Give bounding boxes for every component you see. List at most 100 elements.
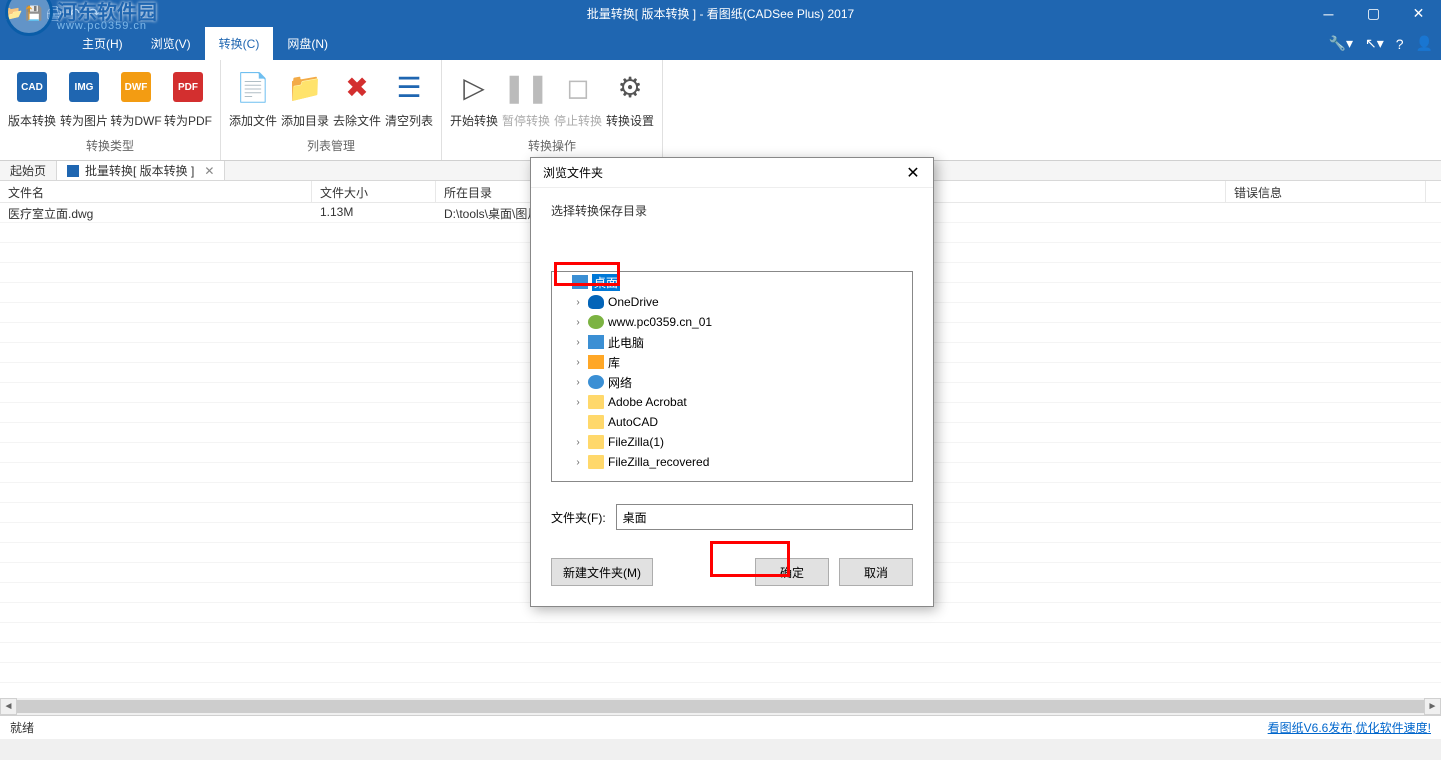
folder-tree[interactable]: 桌面›OneDrive›www.pc0359.cn_01›此电脑›库›网络›Ad…: [551, 271, 913, 482]
ribbon-group-列表管理: 📄添加文件📁添加目录✖去除文件☰清空列表列表管理: [221, 60, 442, 160]
table-row-empty: [0, 663, 1441, 683]
remove-file-icon: ✖: [340, 70, 374, 104]
pc-icon: [588, 335, 604, 349]
window-title: 批量转换[ 版本转换 ] - 看图纸(CADSee Plus) 2017: [587, 5, 854, 22]
folder-icon: [588, 395, 604, 409]
folder-input-label: 文件夹(F):: [551, 509, 606, 526]
status-text: 就绪: [10, 719, 34, 736]
table-row-empty: [0, 623, 1441, 643]
quick-access-toolbar: 📂 💾 🖨 ↶ ↷: [0, 6, 102, 22]
dialog-title-text: 浏览文件夹: [543, 164, 603, 181]
expand-icon[interactable]: ›: [572, 337, 584, 348]
settings-icon: ⚙: [613, 70, 647, 104]
clear-list-icon: ☰: [392, 70, 426, 104]
menu-网盘(N)[interactable]: 网盘(N): [273, 27, 342, 60]
pause-icon: ❚❚: [509, 70, 543, 104]
folder-input[interactable]: [616, 504, 913, 530]
save-icon[interactable]: 💾: [26, 6, 42, 22]
expand-icon[interactable]: ›: [572, 457, 584, 468]
expand-icon[interactable]: ›: [572, 297, 584, 308]
status-link[interactable]: 看图纸V6.6发布,优化软件速度!: [1268, 719, 1431, 736]
ribbon-转为DWF[interactable]: DWF转为DWF: [110, 64, 162, 133]
stop-icon: ◻: [561, 70, 595, 104]
ribbon-去除文件[interactable]: ✖去除文件: [331, 64, 383, 133]
dwf-icon: DWF: [119, 70, 153, 104]
horizontal-scrollbar[interactable]: ◄ ►: [0, 698, 1441, 715]
undo-icon[interactable]: ↶: [66, 6, 82, 22]
dialog-instruction: 选择转换保存目录: [551, 202, 913, 219]
expand-icon[interactable]: ›: [572, 397, 584, 408]
wrench-icon[interactable]: 🔧▾: [1329, 35, 1353, 52]
close-button[interactable]: ✕: [1396, 0, 1441, 27]
tree-item-Adobe Acrobat[interactable]: ›Adobe Acrobat: [552, 392, 912, 412]
cancel-button[interactable]: 取消: [839, 558, 913, 586]
tree-item-库[interactable]: ›库: [552, 352, 912, 372]
tab-close-icon[interactable]: ✕: [204, 164, 214, 178]
tree-item-此电脑[interactable]: ›此电脑: [552, 332, 912, 352]
network-icon: [588, 375, 604, 389]
minimize-button[interactable]: ─: [1306, 0, 1351, 27]
ribbon-group-转换操作: ▷开始转换❚❚暂停转换◻停止转换⚙转换设置转换操作: [442, 60, 663, 160]
cell-err: [1226, 203, 1426, 222]
tab-icon: [67, 165, 79, 177]
help-icon[interactable]: ?: [1396, 36, 1404, 52]
desktop-icon: [572, 275, 588, 289]
folder-icon: [588, 455, 604, 469]
menu-浏览(V)[interactable]: 浏览(V): [137, 27, 205, 60]
ribbon-清空列表[interactable]: ☰清空列表: [383, 64, 435, 133]
scroll-thumb[interactable]: [17, 700, 1424, 713]
cursor-icon[interactable]: ↖▾: [1365, 35, 1384, 52]
tree-item-桌面[interactable]: 桌面: [552, 272, 912, 292]
img-icon: IMG: [67, 70, 101, 104]
tree-item-AutoCAD[interactable]: AutoCAD: [552, 412, 912, 432]
add-folder-icon: 📁: [288, 70, 322, 104]
ribbon-转为图片[interactable]: IMG转为图片: [58, 64, 110, 133]
ribbon-版本转换[interactable]: CAD版本转换: [6, 64, 58, 133]
redo-icon[interactable]: ↷: [86, 6, 102, 22]
tree-item-网络[interactable]: ›网络: [552, 372, 912, 392]
expand-icon[interactable]: ›: [572, 317, 584, 328]
ribbon-添加目录[interactable]: 📁添加目录: [279, 64, 331, 133]
pdf-icon: PDF: [171, 70, 205, 104]
menu-主页(H)[interactable]: 主页(H): [68, 27, 137, 60]
cad-icon: CAD: [15, 70, 49, 104]
tab-批量转换[ 版本转换 ][interactable]: 批量转换[ 版本转换 ]✕: [57, 161, 225, 180]
ok-button[interactable]: 确定: [755, 558, 829, 586]
titlebar: 📂 💾 🖨 ↶ ↷ 批量转换[ 版本转换 ] - 看图纸(CADSee Plus…: [0, 0, 1441, 27]
ribbon-停止转换: ◻停止转换: [552, 64, 604, 133]
ribbon: CAD版本转换IMG转为图片DWF转为DWFPDF转为PDF转换类型📄添加文件📁…: [0, 60, 1441, 161]
tree-item-FileZilla_recovered[interactable]: ›FileZilla_recovered: [552, 452, 912, 472]
expand-icon[interactable]: ›: [572, 357, 584, 368]
ribbon-group-title: 转换操作: [448, 133, 656, 160]
ribbon-转为PDF[interactable]: PDF转为PDF: [162, 64, 214, 133]
new-folder-button[interactable]: 新建文件夹(M): [551, 558, 653, 586]
col-size[interactable]: 文件大小: [312, 181, 436, 202]
menu-转换(C)[interactable]: 转换(C): [205, 27, 274, 60]
dialog-close-button[interactable]: ✕: [901, 161, 925, 185]
ribbon-group-title: 转换类型: [6, 133, 214, 160]
dialog-titlebar: 浏览文件夹 ✕: [531, 158, 933, 188]
print-icon[interactable]: 🖨: [46, 6, 62, 22]
menubar-tools: 🔧▾ ↖▾ ? 👤: [1329, 27, 1433, 60]
lib-icon: [588, 355, 604, 369]
expand-icon[interactable]: ›: [572, 437, 584, 448]
folder-icon: [588, 435, 604, 449]
tab-起始页[interactable]: 起始页: [0, 161, 57, 180]
col-err[interactable]: 错误信息: [1226, 181, 1426, 202]
add-file-icon: 📄: [236, 70, 270, 104]
ribbon-转换设置[interactable]: ⚙转换设置: [604, 64, 656, 133]
menubar: 主页(H)浏览(V)转换(C)网盘(N) 🔧▾ ↖▾ ? 👤: [0, 27, 1441, 60]
ribbon-开始转换[interactable]: ▷开始转换: [448, 64, 500, 133]
tree-item-FileZilla(1)[interactable]: ›FileZilla(1): [552, 432, 912, 452]
open-icon[interactable]: 📂: [6, 6, 22, 22]
col-filename[interactable]: 文件名: [0, 181, 312, 202]
scroll-right-icon[interactable]: ►: [1424, 698, 1441, 715]
ribbon-添加文件[interactable]: 📄添加文件: [227, 64, 279, 133]
tree-item-www.pc0359.cn_01[interactable]: ›www.pc0359.cn_01: [552, 312, 912, 332]
user-icon[interactable]: 👤: [1416, 35, 1433, 52]
expand-icon[interactable]: ›: [572, 377, 584, 388]
ribbon-group-转换类型: CAD版本转换IMG转为图片DWF转为DWFPDF转为PDF转换类型: [0, 60, 221, 160]
tree-item-OneDrive[interactable]: ›OneDrive: [552, 292, 912, 312]
maximize-button[interactable]: ▢: [1351, 0, 1396, 27]
scroll-left-icon[interactable]: ◄: [0, 698, 17, 715]
